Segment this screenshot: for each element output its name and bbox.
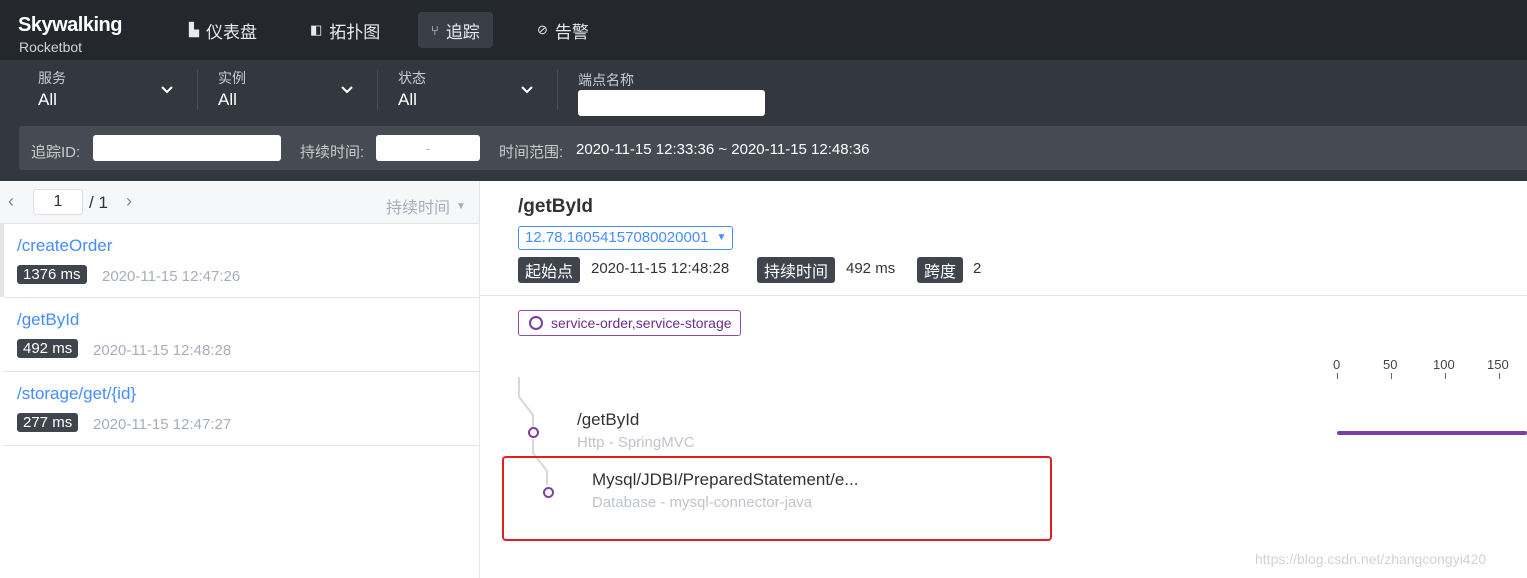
- trace-endpoint: /createOrder: [17, 236, 113, 255]
- axis-tick-label: 0: [1333, 357, 1341, 372]
- logo-subtitle: Rocketbot: [19, 39, 83, 55]
- trace-duration-badge: 1376 ms: [17, 265, 87, 284]
- dashboard-icon: ▙: [189, 22, 199, 37]
- trace-id-input[interactable]: [93, 135, 281, 161]
- page-input[interactable]: 1: [33, 189, 83, 215]
- duration-label: 持续时间:: [300, 144, 365, 161]
- span-component: Http - SpringMVC: [577, 434, 695, 451]
- start-tag: 起始点: [518, 257, 581, 283]
- axis-tick: [1445, 373, 1446, 379]
- axis-tick: [1391, 373, 1392, 379]
- trace-list-item[interactable]: /createOrder 1376 ms 2020-11-15 12:47:26: [4, 224, 479, 298]
- next-page-icon[interactable]: ›: [126, 191, 132, 212]
- span-count-tag: 跨度: [917, 257, 964, 283]
- nav-alarm[interactable]: ⊘ 告警: [524, 12, 602, 48]
- list-item-indicator: [0, 224, 4, 297]
- trace-id-value: 12.78.16054157080020001: [525, 229, 709, 246]
- nav-dashboard[interactable]: ▙ 仪表盘: [176, 12, 270, 48]
- divider: [377, 70, 378, 110]
- span-name: /getById: [577, 410, 640, 429]
- trace-endpoint: /storage/get/{id}: [17, 384, 137, 403]
- span-count-value: 2: [973, 260, 982, 277]
- chevron-down-icon[interactable]: [520, 83, 534, 97]
- service-names: service-order,service-storage: [551, 315, 732, 331]
- axis-tick-label: 150: [1487, 357, 1509, 372]
- trace-duration-badge: 492 ms: [17, 339, 79, 358]
- duration-value: 492 ms: [846, 260, 896, 277]
- span-node-icon[interactable]: [528, 427, 539, 438]
- span-duration-bar[interactable]: [1337, 431, 1527, 435]
- time-range-value[interactable]: 2020-11-15 12:33:36 ~ 2020-11-15 12:48:3…: [576, 141, 869, 158]
- nav-topology[interactable]: ◧ 拓扑图: [297, 12, 393, 48]
- start-value: 2020-11-15 12:48:28: [591, 260, 730, 277]
- time-range-label: 时间范围:: [499, 144, 564, 161]
- trace-time: 2020-11-15 12:47:26: [102, 268, 241, 285]
- highlight-box: [502, 456, 1052, 541]
- endpoint-input[interactable]: [578, 90, 765, 116]
- sort-select[interactable]: 持续时间 ▼: [386, 194, 466, 218]
- endpoint-label: 端点名称: [578, 72, 634, 88]
- duration-range-input[interactable]: -: [376, 135, 480, 161]
- axis-tick: [1337, 373, 1338, 379]
- alarm-icon: ⊘: [537, 22, 548, 37]
- trace-id-label: 追踪ID:: [31, 144, 81, 161]
- nav-dashboard-label: 仪表盘: [206, 22, 257, 42]
- nav-trace-label: 追踪: [445, 22, 480, 42]
- nav-alarm-label: 告警: [554, 22, 589, 42]
- divider: [557, 70, 558, 110]
- duration-tag: 持续时间: [757, 257, 836, 283]
- trace-time: 2020-11-15 12:48:28: [93, 342, 232, 359]
- watermark: https://blog.csdn.net/zhangcongyi420: [1255, 551, 1487, 567]
- trace-list-item[interactable]: /storage/get/{id} 277 ms 2020-11-15 12:4…: [4, 372, 479, 446]
- service-legend[interactable]: service-order,service-storage: [518, 310, 741, 336]
- trace-time: 2020-11-15 12:47:27: [93, 416, 232, 433]
- trace-list-item-selected[interactable]: /getById 492 ms 2020-11-15 12:48:28: [4, 298, 479, 372]
- chevron-down-icon[interactable]: [340, 83, 354, 97]
- trace-icon: ⑂: [431, 22, 439, 38]
- nav-topology-label: 拓扑图: [329, 22, 381, 42]
- nav-trace[interactable]: ⑂ 追踪: [418, 12, 493, 48]
- divider: [197, 70, 198, 110]
- sort-label: 持续时间: [386, 200, 451, 217]
- chevron-down-icon[interactable]: [160, 83, 174, 97]
- axis-tick-label: 100: [1433, 357, 1455, 372]
- prev-page-icon[interactable]: ‹: [8, 191, 14, 212]
- topology-icon: ◧: [310, 22, 323, 37]
- axis-tick-label: 50: [1383, 357, 1398, 372]
- caret-down-icon: ▼: [716, 232, 727, 243]
- axis-tick: [1499, 373, 1500, 379]
- trace-id-select[interactable]: 12.78.16054157080020001 ▼: [518, 226, 734, 250]
- span-row[interactable]: /getById Http - SpringMVC: [577, 410, 695, 451]
- caret-down-icon: ▼: [456, 200, 466, 212]
- divider: [480, 295, 1527, 296]
- page-total: / 1: [89, 193, 108, 212]
- trace-endpoint: /getById: [17, 310, 80, 329]
- trace-detail-title: /getById: [518, 196, 593, 217]
- trace-duration-badge: 277 ms: [17, 413, 79, 432]
- logo[interactable]: Skywalking: [18, 14, 122, 37]
- service-circle-icon: [529, 316, 543, 330]
